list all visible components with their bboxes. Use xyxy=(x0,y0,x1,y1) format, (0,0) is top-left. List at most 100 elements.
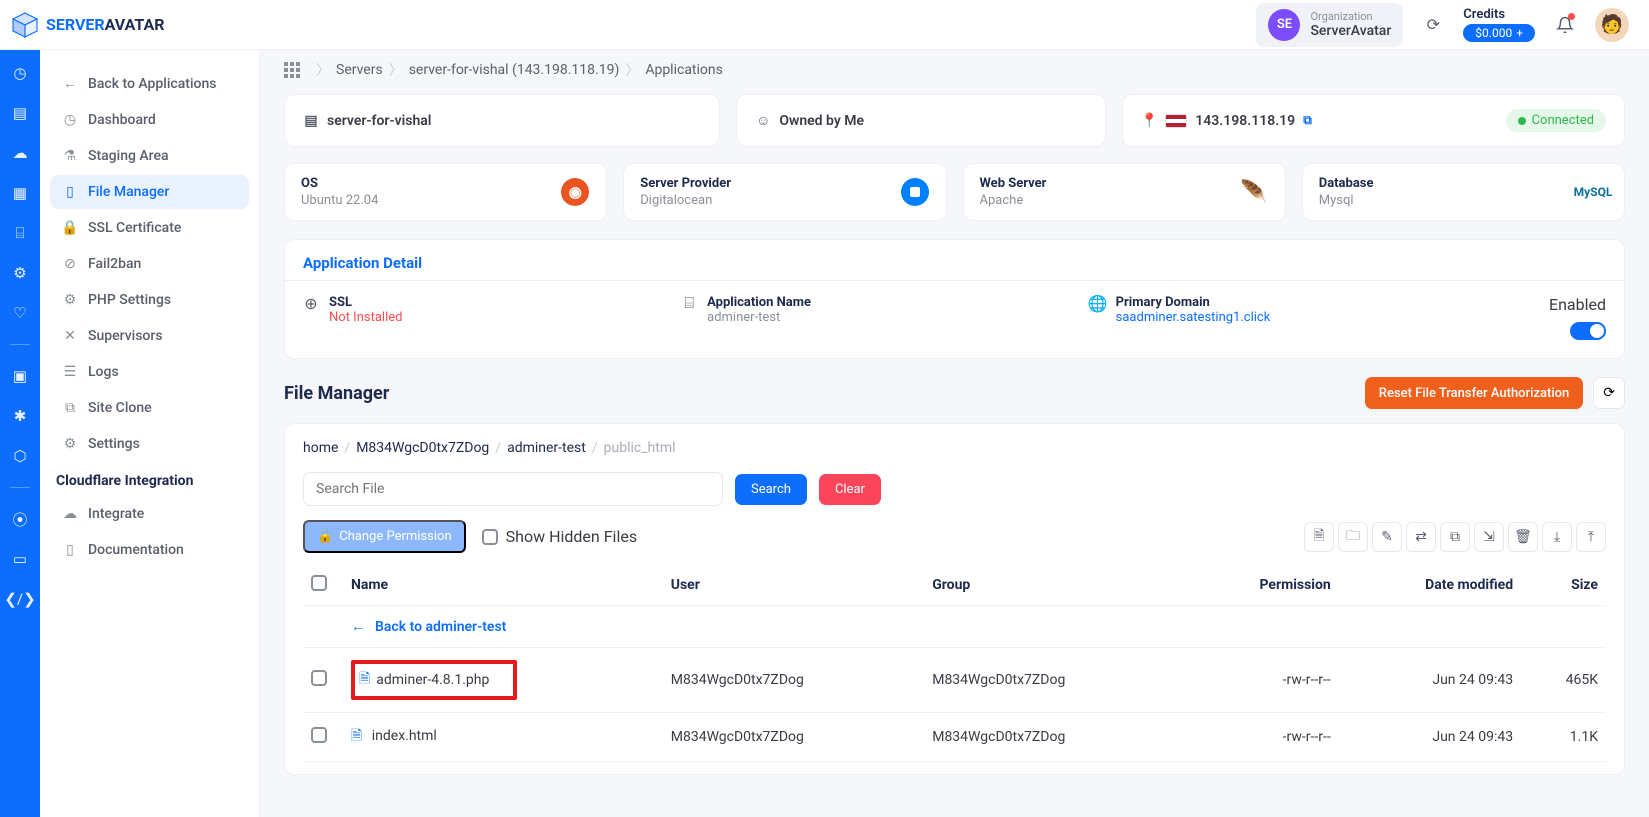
sidebar-item-label: Dashboard xyxy=(88,112,156,128)
logo[interactable]: SERVERAVATAR xyxy=(10,10,165,40)
org-label: Organization xyxy=(1310,10,1391,23)
rail-icon-settings[interactable]: ⬡ xyxy=(11,447,29,465)
breadcrumb: 〉 Servers 〉 server-for-vishal (143.198.1… xyxy=(284,50,1625,94)
user-avatar[interactable]: 🧑 xyxy=(1595,8,1629,42)
sidebar-item-label: PHP Settings xyxy=(88,292,171,308)
notification-dot xyxy=(1568,13,1575,20)
ubuntu-icon: ◉ xyxy=(561,178,589,206)
file-name[interactable]: index.html xyxy=(372,728,437,744)
path-app[interactable]: adminer-test xyxy=(507,440,586,456)
rail-icon-lists[interactable]: ▦ xyxy=(11,184,29,202)
select-all-checkbox[interactable] xyxy=(311,575,327,591)
compress-icon[interactable]: ⇲ xyxy=(1474,522,1504,552)
breadcrumb-server[interactable]: server-for-vishal (143.198.118.19) xyxy=(409,62,620,78)
webserver-label: Web Server xyxy=(980,176,1047,191)
status-text: Connected xyxy=(1532,113,1594,128)
checkbox-icon xyxy=(482,529,498,545)
refresh-org-icon[interactable]: ⟳ xyxy=(1421,13,1445,37)
file-icon: ▯ xyxy=(62,184,78,200)
enabled-toggle[interactable] xyxy=(1570,322,1606,340)
delete-icon[interactable]: 🗑 xyxy=(1508,522,1538,552)
plus-icon: + xyxy=(1516,26,1523,40)
file-row[interactable]: 🗎 adminer-4.8.1.php M834WgcD0tx7ZDog M83… xyxy=(303,648,1606,713)
breadcrumb-servers[interactable]: Servers xyxy=(336,62,383,78)
breadcrumb-apps[interactable]: Applications xyxy=(645,62,723,78)
domain-value[interactable]: saadminer.satesting1.click xyxy=(1116,310,1271,325)
clear-button[interactable]: Clear xyxy=(819,474,881,505)
file-name[interactable]: adminer-4.8.1.php xyxy=(376,672,489,688)
row-checkbox[interactable] xyxy=(311,727,327,743)
back-row[interactable]: ← Back to adminer-test xyxy=(303,606,1606,648)
sidebar-item-fail2ban[interactable]: ⊘ Fail2ban xyxy=(50,247,249,281)
rail-icon-integrations[interactable]: ✱ xyxy=(11,407,29,425)
logo-cube-icon xyxy=(10,10,40,40)
file-row[interactable]: 🗎 index.html M834WgcD0tx7ZDog M834WgcD0t… xyxy=(303,713,1606,762)
download-icon[interactable]: ⤓ xyxy=(1542,522,1572,552)
new-folder-icon[interactable]: 🗀 xyxy=(1338,522,1368,552)
sidebar-item-label: Staging Area xyxy=(88,148,169,164)
notifications-icon[interactable] xyxy=(1553,13,1577,37)
file-size: 465K xyxy=(1521,648,1606,713)
rail-icon-monitor[interactable]: ♡ xyxy=(11,304,29,322)
row-checkbox[interactable] xyxy=(311,670,327,686)
upload-icon[interactable]: ⤒ xyxy=(1576,522,1606,552)
copy-ip-icon[interactable]: ⧉ xyxy=(1303,113,1312,128)
rail-icon-network[interactable]: ⚙ xyxy=(11,264,29,282)
rail-icon-docs[interactable]: ▭ xyxy=(11,550,29,568)
cloudflare-section-title: Cloudflare Integration xyxy=(50,463,249,497)
org-name: ServerAvatar xyxy=(1310,23,1391,39)
sidebar-item-php[interactable]: ⚙ PHP Settings xyxy=(50,283,249,317)
copy-file-icon[interactable]: ⧉ xyxy=(1440,522,1470,552)
sidebar-item-file-manager[interactable]: ▯ File Manager xyxy=(50,175,249,209)
refresh-button[interactable]: ⟳ xyxy=(1593,377,1625,409)
os-value: Ubuntu 22.04 xyxy=(301,193,378,208)
rail-icon-billing[interactable]: ▣ xyxy=(11,367,29,385)
sidebar-item-siteclone[interactable]: ⧉ Site Clone xyxy=(50,391,249,425)
path-user[interactable]: M834WgcD0tx7ZDog xyxy=(356,440,489,456)
sidebar-item-logs[interactable]: ☰ Logs xyxy=(50,355,249,389)
ssl-value: Not Installed xyxy=(329,310,402,325)
organization-selector[interactable]: SE Organization ServerAvatar xyxy=(1256,3,1403,47)
gauge-icon: ◷ xyxy=(62,112,78,128)
new-file-icon[interactable]: 🗎 xyxy=(1304,522,1334,552)
rail-icon-dashboard[interactable]: ◷ xyxy=(11,64,29,82)
change-permission-button[interactable]: 🔒 Change Permission xyxy=(303,520,466,553)
sidebar-item-documentation[interactable]: ▯ Documentation xyxy=(50,533,249,567)
rail-icon-cluster[interactable]: ⦿ xyxy=(11,510,29,528)
cloud-icon: ☁ xyxy=(62,506,78,522)
file-manager-title: File Manager xyxy=(284,383,389,404)
sidebar-item-ssl[interactable]: 🔒 SSL Certificate xyxy=(50,211,249,245)
edit-icon[interactable]: ✎ xyxy=(1372,522,1402,552)
ssl-label: SSL xyxy=(329,295,402,310)
show-hidden-checkbox[interactable]: Show Hidden Files xyxy=(482,527,637,546)
grid-icon[interactable] xyxy=(284,62,300,78)
rail-icon-servers[interactable]: ▤ xyxy=(11,104,29,122)
sidebar-item-integrate[interactable]: ☁ Integrate xyxy=(50,497,249,531)
sidebar-item-settings[interactable]: ⚙ Settings xyxy=(50,427,249,461)
sidebar-item-supervisors[interactable]: ✕ Supervisors xyxy=(50,319,249,353)
back-to-parent-link[interactable]: ← Back to adminer-test xyxy=(351,618,1598,635)
reset-file-transfer-button[interactable]: Reset File Transfer Authorization xyxy=(1365,377,1583,409)
back-to-applications[interactable]: ← Back to Applications xyxy=(50,66,249,101)
credits[interactable]: Credits $0.000 + xyxy=(1463,7,1535,42)
user-icon: ☺ xyxy=(755,113,771,129)
file-type-icon: 🗎 xyxy=(359,668,370,692)
rail-icon-api[interactable]: ❮/❯ xyxy=(11,590,29,608)
sidebar-item-dashboard[interactable]: ◷ Dashboard xyxy=(50,103,249,137)
rail-icon-storage[interactable]: ⌸ xyxy=(11,224,29,242)
provider-label: Server Provider xyxy=(640,176,731,191)
icon-rail: ◷ ▤ ☁ ▦ ⌸ ⚙ ♡ ▣ ✱ ⬡ ⦿ ▭ ❮/❯ xyxy=(0,50,40,817)
credits-pill[interactable]: $0.000 + xyxy=(1463,24,1535,42)
move-icon[interactable]: ⇄ xyxy=(1406,522,1436,552)
enabled-toggle-group: Enabled xyxy=(1549,295,1606,340)
search-button[interactable]: Search xyxy=(735,474,807,505)
path-home[interactable]: home xyxy=(303,440,338,456)
database-value: Mysql xyxy=(1319,193,1374,208)
col-user: User xyxy=(663,565,924,606)
app-detail-panel: Application Detail ⊕ SSL Not Installed ⌸… xyxy=(284,239,1625,359)
arrow-left-icon: ← xyxy=(62,75,78,92)
sidebar-item-staging[interactable]: ⚗ Staging Area xyxy=(50,139,249,173)
rail-icon-teams[interactable]: ☁ xyxy=(11,144,29,162)
search-file-input[interactable] xyxy=(303,472,723,506)
wrench-icon: ✕ xyxy=(62,328,78,344)
